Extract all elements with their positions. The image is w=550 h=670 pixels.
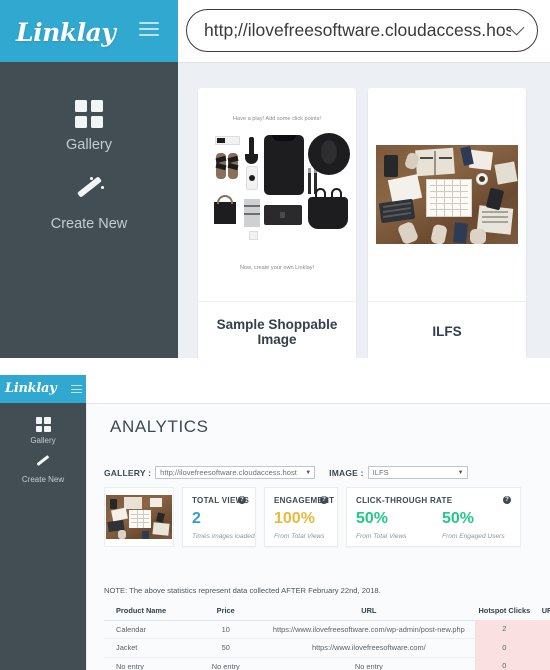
gallery-card-list: Have a play! Add some click points! Now,… [198,88,526,358]
magic-wand-icon [72,176,106,207]
desk-workspace-thumbnail [106,495,172,539]
sidebar-item-label: Gallery [30,436,56,445]
gallery-select-value: http;//ilovefreesoftware.cloudaccess.hos… [160,468,297,477]
chevron-down-icon: ▼ [305,469,312,476]
fashion-flatlay-image: Have a play! Add some click points! Now,… [202,108,352,281]
linklay-logo: Linklay [16,18,116,47]
sidebar-item-create-new[interactable]: Create New [0,455,86,484]
stat-value: 100% [274,510,315,527]
stat-subtitle: From Total Views [356,533,407,540]
chevron-down-icon: ▼ [457,469,464,476]
cell-hotspot-clicks: 0 [474,638,534,657]
stat-card-total-views: TOTAL VIEWS ? 2 Times images loaded [182,487,256,547]
analytics-screen: Linklay Gallery Create New ANALYTICS GAL… [0,375,550,670]
sidebar-item-gallery[interactable]: Gallery [0,100,178,153]
cell-product-name: Calendar [116,624,146,634]
filter-row: GALLERY : http;//ilovefreesoftware.cloud… [104,466,468,479]
sidebar: Gallery Create New [0,62,178,358]
table-row: No entry No entry No entry 0 0 [104,657,550,670]
cell-price: 50 [221,643,230,653]
cell-url: No entry [354,661,383,670]
grid-icon [35,417,51,432]
hamburger-icon[interactable] [139,22,159,38]
help-icon[interactable]: ? [238,496,246,504]
gallery-card[interactable]: Have a play! Add some click points! Now,… [198,88,356,358]
cell-hotspot-clicks: 0 [474,657,534,670]
cell-url-clicks: 0 [533,657,550,670]
page-title: ANALYTICS [110,417,209,436]
stat-value-secondary: 50% [442,510,475,527]
stat-title: CLICK-THROUGH RATE [356,496,453,505]
image-thumbnail [104,487,174,547]
sidebar-item-create-new[interactable]: Create New [0,176,178,232]
cell-price: No entry [211,661,240,670]
table-row: Calendar 10 https://www.ilovefreesoftwar… [104,620,550,639]
stat-card-row: TOTAL VIEWS ? 2 Times images loaded ENGA… [104,487,521,547]
cell-url: https://www.ilovefreesoftware.com/ [311,643,426,653]
column-header-hotspot-clicks: Hotspot Clicks [478,605,531,615]
stat-subtitle: From Total Views [274,533,325,540]
table-header-row: Product Name Price URL Hotspot Clicks UR… [104,602,550,621]
image-select-value: ILFS [372,468,389,477]
gallery-filter-label: GALLERY : [104,467,152,478]
sidebar-item-label: Gallery [66,137,112,153]
image-filter-label: IMAGE : [329,467,364,478]
cell-url-clicks: 1 [533,620,550,639]
card-title: ILFS [368,301,526,358]
gallery-select[interactable]: http;//ilovefreesoftware.cloudaccess.hos… [155,466,316,479]
sidebar-item-label: Create New [50,216,128,232]
grid-icon [75,100,103,128]
brand-block: Linklay [0,375,86,403]
flatlay-bottom-caption: Now, create your own Linklay! [239,264,315,271]
stat-subtitle-secondary: From Engaged Users [442,533,505,540]
column-header-url-clicks: URL Cl [541,605,550,615]
image-select[interactable]: ILFS ▼ [367,466,468,479]
gallery-card[interactable]: ILFS [368,88,526,358]
url-selector-value: http;//ilovefreesoftware.cloudaccess.hos… [204,20,511,40]
sidebar: Gallery Create New [0,403,86,670]
gallery-content: Have a play! Add some click points! Now,… [178,62,550,358]
stat-card-engagement: ENGAGEMENT ? 100% From Total Views [264,487,338,547]
hamburger-icon[interactable] [71,385,82,394]
analytics-content: ANALYTICS GALLERY : http;//ilovefreesoft… [86,403,550,670]
stat-value: 2 [192,510,201,527]
help-icon[interactable]: ? [503,496,511,504]
column-header-price: Price [216,606,235,616]
brand-block: Linklay [0,0,178,62]
card-title: Sample Shoppable Image [198,301,356,358]
analytics-table: Product Name Price URL Hotspot Clicks UR… [104,602,550,670]
table-row: Jacket 50 https://www.ilovefreesoftware.… [104,638,550,658]
column-header-url: URL [361,606,377,616]
top-bar: Linklay [0,375,550,403]
flatlay-top-caption: Have a play! Add some click points! [233,115,321,122]
gallery-screen: Linklay http;//ilovefreesoftware.cloudac… [0,0,550,358]
magic-wand-icon [34,455,52,471]
chevron-down-icon [508,19,525,36]
sidebar-item-gallery[interactable]: Gallery [0,417,86,445]
card-thumbnail: Have a play! Add some click points! Now,… [198,88,356,301]
stat-subtitle: Times images loaded [192,533,255,540]
sidebar-item-label: Create New [21,475,65,484]
cell-url: https://www.ilovefreesoftware.com/wp-adm… [272,624,465,634]
desk-workspace-image [376,145,518,244]
url-selector[interactable]: http;//ilovefreesoftware.cloudaccess.hos… [186,9,538,52]
top-bar: Linklay http;//ilovefreesoftware.cloudac… [0,0,550,62]
cell-hotspot-clicks: 2 [474,620,534,639]
statistics-note: NOTE: The above statistics represent dat… [104,586,381,595]
stat-card-click-through-rate: CLICK-THROUGH RATE ? 50% From Total View… [346,487,521,547]
cell-product-name: No entry [116,661,144,670]
column-header-product-name: Product Name [116,606,167,616]
cell-product-name: Jacket [116,643,138,653]
cell-price: 10 [221,624,230,634]
cell-url-clicks: 0 [533,638,550,657]
linklay-logo: Linklay [5,381,57,396]
stat-value: 50% [356,510,389,527]
help-icon[interactable]: ? [320,496,328,504]
card-thumbnail [368,88,526,301]
